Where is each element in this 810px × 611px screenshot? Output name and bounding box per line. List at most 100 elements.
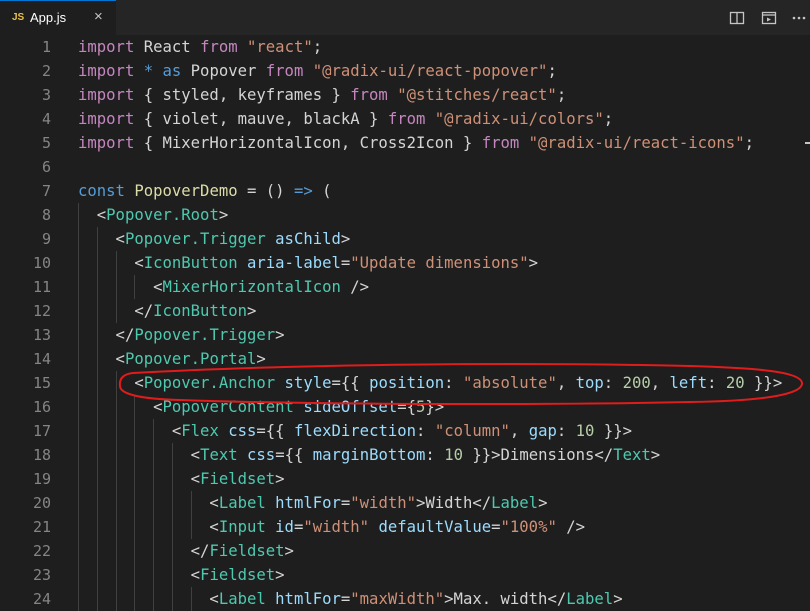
code-token: gap [528,422,557,440]
code-token: = [293,518,304,536]
code-token: > [284,542,294,560]
code-line[interactable]: 13 </Popover.Trigger> [0,323,810,347]
code-token: ; [547,62,557,80]
code-line[interactable]: 3 import { styled, keyframes } from "@sti… [0,83,810,107]
code-token: 10 [575,422,595,440]
line-number: 6 [41,158,51,176]
line-number: 21 [32,518,51,536]
code-editor[interactable]: 1 import React from "react"; 2 import * as … [0,35,810,611]
code-token: IconButton [143,254,247,272]
code-line[interactable]: 9 <Popover.Trigger asChild> [0,227,810,251]
code-token: Popover.Trigger [124,230,276,248]
open-preview-icon[interactable] [761,10,777,26]
code-text: import React from "react"; [78,35,322,59]
code-token: "absolute" [462,374,557,392]
code-line[interactable]: 7 const PopoverDemo = () => ( [0,179,810,203]
code-token: </ [78,302,154,320]
code-token: id [275,518,294,536]
code-line[interactable]: 21 <Input id="width" defaultValue="100%"… [0,515,810,539]
line-number: 16 [32,398,51,416]
line-number: 3 [41,86,51,104]
line-number: 20 [32,494,51,512]
code-token: flexDirection [293,422,417,440]
code-token: : [444,374,463,392]
code-token: > [218,206,229,224]
code-line[interactable]: 11 <MixerHorizontalIcon /> [0,275,810,299]
code-token: IconButton [153,302,247,320]
code-token: : [425,446,445,464]
code-line[interactable]: 1 import React from "react"; [0,35,810,59]
close-icon[interactable]: × [94,8,103,26]
code-token: 5 [416,398,426,416]
code-line[interactable]: 16 <PopoverContent sideOffset={5}> [0,395,810,419]
code-text: </IconButton> [78,299,256,323]
code-line[interactable]: 18 <Text css={{ marginBottom: 10 }}>Dime… [0,443,810,467]
code-text: <Text css={{ marginBottom: 10 }}>Dimensi… [78,443,661,467]
code-text: import * as Popover from "@radix-ui/reac… [78,59,557,83]
more-actions-icon[interactable] [791,10,807,26]
code-line[interactable]: 12 </IconButton> [0,299,810,323]
tab-app-js[interactable]: JS App.js × [0,0,116,35]
code-line[interactable]: 20 <Label htmlFor="width">Width</Label> [0,491,810,515]
code-token: MixerHorizontalIcon [162,278,351,296]
code-line[interactable]: 8 <Popover.Root> [0,203,810,227]
split-editor-icon[interactable] [729,10,745,26]
code-token: < [78,446,201,464]
code-token: 200 [622,374,651,392]
line-number: 12 [32,302,51,320]
line-number: 2 [41,62,51,80]
line-number: 23 [32,566,51,584]
code-token: ; [312,38,323,56]
javascript-file-icon: JS [12,12,25,23]
code-line[interactable]: 19 <Fieldset> [0,467,810,491]
code-token: React [143,38,201,56]
code-line[interactable]: 24 <Label htmlFor="maxWidth">Max. width<… [0,587,810,611]
code-token: * as [143,62,191,80]
code-token: > [275,326,285,344]
code-token: Fieldset [200,566,276,584]
code-token: = [491,518,501,536]
code-token: Input [218,518,276,536]
code-token: import [78,38,144,56]
code-line[interactable]: 2 import * as Popover from "@radix-ui/rea… [0,59,810,83]
code-token: </ [78,326,135,344]
code-token: top [575,374,604,392]
code-text: const PopoverDemo = () => ( [78,179,332,203]
code-token: Text [200,446,248,464]
code-token: 10 [444,446,463,464]
code-text: <MixerHorizontalIcon /> [78,275,369,299]
code-line[interactable]: 15 <Popover.Anchor style={{ position: "a… [0,371,810,395]
code-token: < [78,374,144,392]
code-token: < [78,254,144,272]
code-token: < [78,230,125,248]
code-token: "@radix-ui/react-popover" [312,62,548,80]
code-token: = [340,254,351,272]
line-number: 17 [32,422,51,440]
code-line[interactable]: 14 <Popover.Portal> [0,347,810,371]
code-line[interactable]: 23 <Fieldset> [0,563,810,587]
code-line[interactable]: 10 <IconButton aria-label="Update dimens… [0,251,810,275]
code-token: , [509,422,529,440]
code-token: from [387,110,435,128]
code-text: <PopoverContent sideOffset={5}> [78,395,444,419]
code-line[interactable]: 17 <Flex css={{ flexDirection: "column",… [0,419,810,443]
line-number: 7 [41,182,51,200]
code-token: ; [556,86,567,104]
code-line[interactable]: 5 import { MixerHorizontalIcon, Cross2Ico… [0,131,810,155]
code-line[interactable]: 6 [0,155,810,179]
line-number: 14 [32,350,51,368]
code-token: < [78,494,219,512]
code-token: "@radix-ui/react-icons" [528,134,745,152]
code-line[interactable]: 4 import { violet, mauve, blackA } from "… [0,107,810,131]
code-token: , [650,374,670,392]
line-number: 15 [32,374,51,392]
code-token: > [275,566,285,584]
code-line[interactable]: 22 </Fieldset> [0,539,810,563]
code-token: > [528,254,539,272]
code-token: sideOffset [303,398,398,416]
code-token: < [78,518,219,536]
code-text: </Popover.Trigger> [78,323,285,347]
code-token: "maxWidth" [350,590,445,608]
tab-label: App.js [30,10,67,25]
code-token: Popover.Portal [124,350,257,368]
